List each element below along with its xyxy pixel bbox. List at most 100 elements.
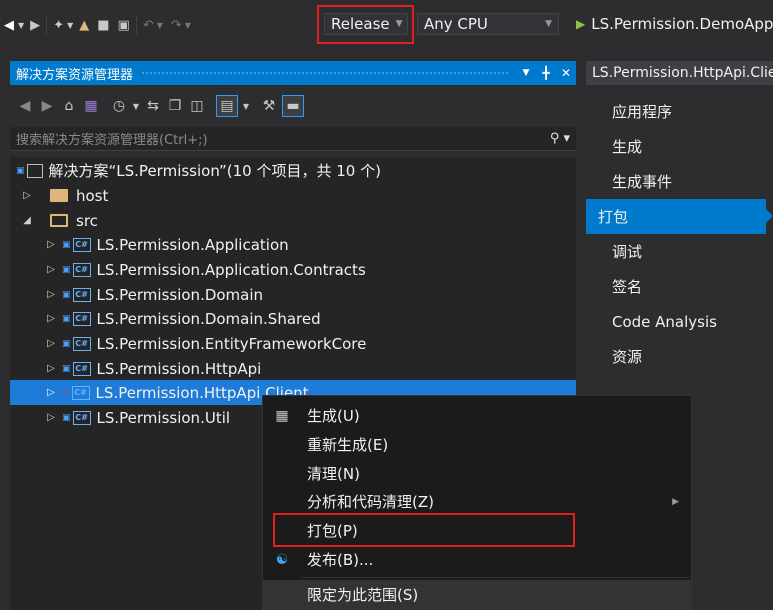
build-icon: ▦	[275, 407, 289, 424]
expand-icon[interactable]: ▷	[44, 387, 58, 398]
new-dropdown-icon[interactable]: ▼	[67, 14, 73, 36]
nav-item-code-analysis[interactable]: Code Analysis	[586, 304, 773, 339]
nav-item-signing[interactable]: 签名	[586, 269, 773, 304]
menu-label: 限定为此范围(S)	[307, 586, 419, 604]
nav-label: Code Analysis	[612, 312, 717, 331]
menu-item-rebuild[interactable]: 重新生成(E)	[263, 430, 691, 459]
folder-label: host	[76, 186, 109, 205]
switch-views-icon[interactable]: ▦	[80, 95, 102, 117]
expand-icon[interactable]: ▷	[44, 264, 58, 275]
nav-label: 生成	[612, 138, 643, 156]
show-all-files-icon[interactable]: ◫	[186, 95, 208, 117]
globe-icon: ☯	[275, 551, 289, 568]
expand-icon[interactable]: ▷	[44, 363, 58, 374]
lock-icon: ▣	[62, 338, 71, 349]
chevron-down-icon: ▼	[395, 19, 403, 29]
preview-selected-icon[interactable]: ▤	[216, 95, 238, 117]
lock-icon: ▣	[62, 239, 71, 250]
solution-explorer-toolbar: ◀ ▶ ⌂ ▦ ◷ ▼ ⇆ ❐ ◫ ▤ ▼ ⚒ ▬	[10, 88, 576, 124]
collapse-icon[interactable]: ◢	[20, 215, 34, 226]
project-node[interactable]: ▷ ▣ C# LS.Permission.Application.Contrac…	[10, 257, 576, 282]
folder-node-src[interactable]: ◢ src	[10, 208, 576, 233]
folder-icon	[50, 189, 68, 202]
preview-toggle-icon[interactable]: ▬	[282, 95, 304, 117]
undo-dropdown-icon[interactable]: ▼	[157, 14, 163, 36]
nav-item-application[interactable]: 应用程序	[586, 94, 773, 129]
expand-icon[interactable]: ▷	[44, 412, 58, 423]
properties-wrench-icon[interactable]: ⚒	[258, 95, 280, 117]
open-file-icon[interactable]: ▲	[79, 14, 89, 36]
sync-icon[interactable]: ⇆	[142, 95, 164, 117]
lock-icon: ▣	[62, 313, 71, 324]
expand-icon[interactable]: ▷	[20, 190, 34, 201]
nav-item-build-events[interactable]: 生成事件	[586, 164, 773, 199]
project-node[interactable]: ▷ ▣ C# LS.Permission.HttpApi	[10, 356, 576, 381]
project-node[interactable]: ▷ ▣ C# LS.Permission.Domain	[10, 282, 576, 307]
csharp-project-icon: C#	[72, 410, 91, 425]
project-label: LS.Permission.Application.Contracts	[96, 260, 366, 279]
nav-label: 打包	[598, 208, 629, 226]
solution-label: 解决方案“LS.Permission”(10 个项目，共 10 个)	[48, 162, 381, 180]
expand-icon[interactable]: ▷	[44, 313, 58, 324]
collapse-all-icon[interactable]: ❐	[164, 95, 186, 117]
save-all-icon[interactable]: ▣	[118, 14, 130, 36]
properties-document-tab[interactable]: LS.Permission.HttpApi.Client	[586, 61, 773, 85]
csharp-project-icon: C#	[71, 385, 90, 400]
pin-icon[interactable]: ╋	[536, 66, 556, 80]
platform-combo[interactable]: Any CPU ▼	[417, 13, 559, 35]
project-node[interactable]: ▷ ▣ C# LS.Permission.Domain.Shared	[10, 306, 576, 331]
lock-icon: ▣	[62, 264, 71, 275]
project-label: LS.Permission.Util	[96, 408, 231, 427]
project-label: LS.Permission.HttpApi	[96, 359, 262, 378]
new-project-icon[interactable]: ✦	[53, 14, 64, 36]
project-label: LS.Permission.Domain.Shared	[96, 309, 321, 328]
menu-item-build[interactable]: ▦ 生成(U)	[263, 401, 691, 430]
back-dropdown-icon[interactable]: ▼	[18, 14, 24, 36]
project-node[interactable]: ▷ ▣ C# LS.Permission.EntityFrameworkCore	[10, 331, 576, 356]
lock-icon: ▣	[62, 363, 71, 374]
forward-icon[interactable]: ▶	[30, 14, 40, 36]
close-icon[interactable]: ✕	[556, 66, 576, 80]
play-icon: ▶	[576, 17, 586, 31]
expand-icon[interactable]: ▷	[44, 338, 58, 349]
nav-item-package[interactable]: 打包	[586, 199, 773, 234]
nav-item-resources[interactable]: 资源	[586, 339, 773, 374]
nav-label: 签名	[612, 278, 643, 296]
expand-icon[interactable]: ▷	[44, 289, 58, 300]
context-menu: ▦ 生成(U) 重新生成(E) 清理(N) 分析和代码清理(Z) ▶ 打包(P)…	[262, 395, 692, 610]
configuration-value: Release	[331, 15, 390, 33]
nav-item-build[interactable]: 生成	[586, 129, 773, 164]
lock-icon: ▣	[62, 412, 71, 423]
startup-project-label: LS.Permission.DemoApp	[591, 15, 773, 33]
project-label: LS.Permission.Application	[96, 235, 289, 254]
solution-node[interactable]: ▣ 解决方案“LS.Permission”(10 个项目，共 10 个)	[10, 158, 576, 183]
redo-dropdown-icon[interactable]: ▼	[185, 14, 191, 36]
pending-changes-icon[interactable]: ◷	[108, 95, 130, 117]
search-icon[interactable]: ⚲ ▾	[550, 131, 570, 146]
undo-icon[interactable]: ↶	[143, 14, 154, 36]
menu-label: 生成(U)	[307, 407, 360, 425]
redo-icon[interactable]: ↷	[171, 14, 182, 36]
menu-item-publish[interactable]: ☯ 发布(B)...	[263, 545, 691, 574]
csharp-project-icon: C#	[72, 262, 91, 277]
save-icon[interactable]: ■	[97, 14, 109, 36]
search-input[interactable]: 搜索解决方案资源管理器(Ctrl+;)	[16, 129, 208, 148]
solution-explorer-search[interactable]: 搜索解决方案资源管理器(Ctrl+;) ⚲ ▾	[10, 127, 576, 151]
nav-item-debug[interactable]: 调试	[586, 234, 773, 269]
pending-dropdown-icon[interactable]: ▼	[130, 95, 142, 117]
forward-icon[interactable]: ▶	[36, 95, 58, 117]
preview-dropdown-icon[interactable]: ▼	[240, 95, 252, 117]
back-icon[interactable]: ◀	[14, 95, 36, 117]
project-node[interactable]: ▷ ▣ C# LS.Permission.Application	[10, 232, 576, 257]
expand-icon[interactable]: ▷	[44, 239, 58, 250]
back-icon[interactable]: ◀	[4, 14, 14, 36]
menu-item-analyze[interactable]: 分析和代码清理(Z) ▶	[263, 487, 691, 516]
nav-label: 调试	[612, 243, 643, 261]
window-position-icon[interactable]: ▼	[516, 68, 536, 78]
menu-item-scope-to-this[interactable]: 限定为此范围(S)	[263, 580, 691, 609]
folder-node-host[interactable]: ▷ host	[10, 183, 576, 208]
start-debugging-button[interactable]: ▶ LS.Permission.DemoApp	[566, 13, 773, 35]
home-icon[interactable]: ⌂	[58, 95, 80, 117]
menu-item-clean[interactable]: 清理(N)	[263, 459, 691, 488]
solution-configuration-combo[interactable]: Release ▼	[324, 13, 408, 35]
